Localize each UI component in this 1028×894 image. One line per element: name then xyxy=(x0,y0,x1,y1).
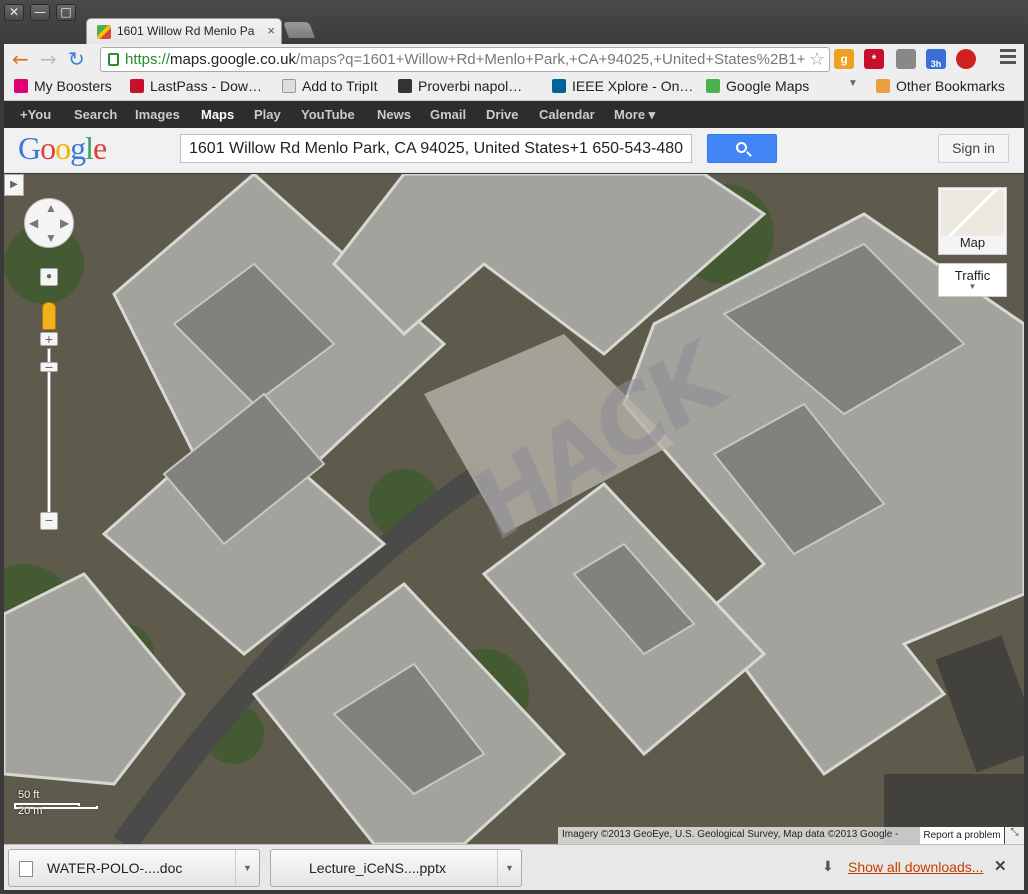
document-file-icon xyxy=(19,861,33,877)
bookmark-item[interactable]: Google Maps xyxy=(706,78,809,94)
download-menu-chevron-icon[interactable]: ▼ xyxy=(235,850,259,886)
panel-toggle-button[interactable]: ▶ xyxy=(4,174,24,196)
gbar-item[interactable]: Play xyxy=(254,107,281,122)
pan-up-icon[interactable]: ▲ xyxy=(45,201,57,215)
zoom-out-button[interactable]: − xyxy=(40,512,58,530)
gbar-item[interactable]: +You xyxy=(20,107,51,122)
zoom-slider-handle[interactable]: − xyxy=(40,360,58,374)
ieee-icon xyxy=(552,79,566,93)
download-item[interactable]: WATER-POLO-....doc ▼ xyxy=(8,849,260,887)
google-logo[interactable]: Google xyxy=(18,130,107,167)
chrome-menu-icon[interactable] xyxy=(1000,49,1016,65)
pan-left-icon[interactable]: ◀ xyxy=(29,216,38,230)
bookmark-item[interactable]: IEEE Xplore - On… xyxy=(552,78,693,94)
stop-icon[interactable] xyxy=(956,49,976,69)
gbar-item[interactable]: News xyxy=(377,107,411,122)
new-tab-button[interactable] xyxy=(283,22,315,38)
bookmark-item[interactable]: Add to TripIt xyxy=(282,78,377,94)
download-arrow-icon: ⬇ xyxy=(822,858,834,874)
scale-bar: 50 ft 20 m xyxy=(14,789,104,818)
gbar-item-maps[interactable]: Maps xyxy=(201,107,234,122)
presentation-file-icon xyxy=(281,861,295,877)
url-text[interactable]: https://maps.google.co.uk/maps?q=1601+Wi… xyxy=(125,51,805,68)
maps-search-input[interactable]: 1601 Willow Rd Menlo Park, CA 94025, Uni… xyxy=(180,134,692,163)
tab-google-maps[interactable]: 1601 Willow Rd Menlo Pa × xyxy=(86,18,282,44)
gbar-item[interactable]: Drive xyxy=(486,107,519,122)
sign-in-button[interactable]: Sign in xyxy=(938,134,1009,163)
forward-arrow-icon[interactable]: → xyxy=(40,48,57,70)
search-button[interactable] xyxy=(707,134,777,163)
other-bookmarks[interactable]: Other Bookmarks xyxy=(876,78,1005,94)
bookmark-star-icon[interactable]: ☆ xyxy=(809,49,825,70)
gbar-more-menu[interactable]: More ▾ xyxy=(614,107,655,123)
google-maps-favicon-icon xyxy=(97,25,111,39)
browser-toolbar: ← → ↻ https://maps.google.co.uk/maps?q=1… xyxy=(4,44,1024,74)
bookmark-item[interactable]: My Boosters xyxy=(14,78,112,94)
page-icon xyxy=(282,79,296,93)
satellite-map-canvas[interactable]: HACK ▶ ▲ ▼ ◀ ▶ ● + − − Map Traffic ▼ 50 … xyxy=(4,174,1024,844)
gbar-item[interactable]: Calendar xyxy=(539,107,595,122)
lastpass-icon[interactable]: * xyxy=(864,49,884,69)
google-nav-bar: +You Search Images Maps Play YouTube New… xyxy=(4,101,1024,128)
traffic-layer-button[interactable]: Traffic ▼ xyxy=(938,263,1007,297)
report-problem-link[interactable]: Report a problem xyxy=(920,827,1004,844)
reset-view-icon[interactable]: ● xyxy=(40,268,58,286)
print-icon[interactable] xyxy=(896,49,916,69)
pan-right-icon[interactable]: ▶ xyxy=(60,216,69,230)
calendar-icon[interactable]: 3h xyxy=(926,49,946,69)
zoom-in-button[interactable]: + xyxy=(40,332,58,346)
gbar-item[interactable]: YouTube xyxy=(301,107,355,122)
google-maps-icon xyxy=(706,79,720,93)
tab-title: 1601 Willow Rd Menlo Pa xyxy=(117,24,255,38)
download-menu-chevron-icon[interactable]: ▼ xyxy=(497,850,521,886)
bookmarks-bar: My Boosters LastPass - Dow… Add to TripI… xyxy=(4,74,1024,101)
folder-icon xyxy=(876,79,890,93)
gbar-item[interactable]: Images xyxy=(135,107,180,122)
search-icon xyxy=(736,142,747,153)
gbar-item[interactable]: Search xyxy=(74,107,117,122)
close-downloads-bar-icon[interactable]: ✕ xyxy=(994,857,1007,875)
pegman-icon[interactable] xyxy=(42,302,56,330)
window-minimize-button[interactable]: — xyxy=(30,4,50,21)
address-bar[interactable]: https://maps.google.co.uk/maps?q=1601+Wi… xyxy=(100,47,830,72)
gbar-item[interactable]: Gmail xyxy=(430,107,466,122)
audio-icon xyxy=(398,79,412,93)
maps-search-header: Google 1601 Willow Rd Menlo Park, CA 940… xyxy=(4,128,1024,173)
back-arrow-icon[interactable]: ← xyxy=(12,48,29,70)
show-all-downloads-link[interactable]: Show all downloads... xyxy=(848,859,983,875)
window-close-button[interactable]: ✕ xyxy=(4,4,24,21)
chevron-down-icon: ▼ xyxy=(968,282,977,291)
bookmarks-overflow-chevron-icon[interactable]: ▼ xyxy=(848,78,858,89)
window-titlebar: ✕ — □ 1601 Willow Rd Menlo Pa × xyxy=(0,0,1028,44)
bookmark-item[interactable]: LastPass - Dow… xyxy=(130,78,262,94)
telekom-icon xyxy=(14,79,28,93)
downloads-bar: WATER-POLO-....doc ▼ Lecture_iCeNS....pp… xyxy=(4,844,1024,890)
pan-down-icon[interactable]: ▼ xyxy=(45,231,57,245)
download-item[interactable]: Lecture_iCeNS....pptx ▼ xyxy=(270,849,522,887)
window-maximize-button[interactable]: □ xyxy=(56,4,76,21)
map-type-label: Map xyxy=(959,235,986,250)
lastpass-bookmark-icon xyxy=(130,79,144,93)
pan-control[interactable]: ▲ ▼ ◀ ▶ xyxy=(24,198,74,248)
bookmark-item[interactable]: Proverbi napol… xyxy=(398,78,522,94)
zoom-control: ● + − − xyxy=(40,268,58,532)
goodreads-icon[interactable]: g xyxy=(834,49,854,69)
lock-icon xyxy=(108,53,119,66)
map-thumbnail xyxy=(941,190,1004,236)
resize-corner-icon[interactable]: ⤡ xyxy=(1005,827,1024,844)
map-type-switcher[interactable]: Map xyxy=(938,187,1007,255)
tab-close-icon[interactable]: × xyxy=(267,23,275,38)
reload-icon[interactable]: ↻ xyxy=(68,48,85,70)
